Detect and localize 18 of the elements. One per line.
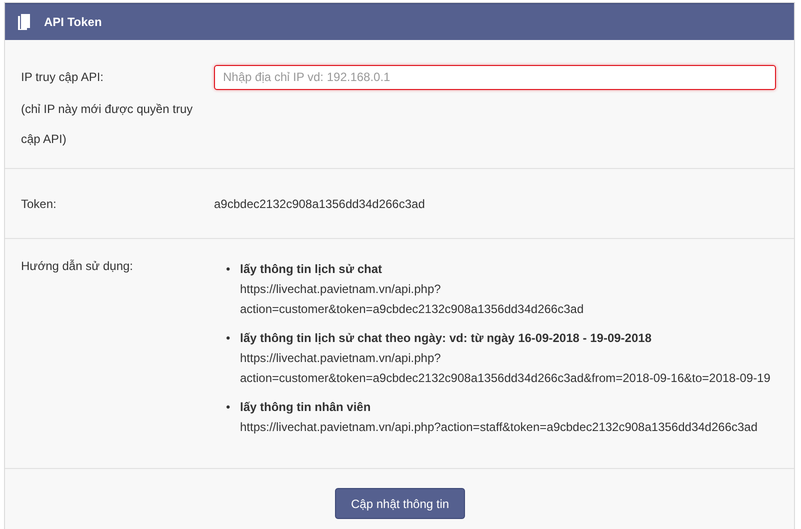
token-value: a9cbdec2132c908a1356dd34d266c3ad xyxy=(214,196,425,210)
api-url: https://livechat.pavietnam.vn/api.php?action=staff&token=a9cbdec2132c908a1356dd34d266c3ad xyxy=(240,419,759,436)
panel-title: API Token xyxy=(44,15,102,29)
bullet: • xyxy=(226,399,230,416)
field-label: IP truy cập API: xyxy=(21,69,104,86)
api-url: https://livechat.pavietnam.vn/api.php?action=customer&token=a9cbdec2132c908a1356dd34d266c3ad xyxy=(240,281,585,318)
guide-title: lấy thông tin lịch sử chat theo ngày: vd: từ ngày 16-09-2018 - 19-09-2018 xyxy=(240,330,652,347)
book-icon xyxy=(18,14,30,30)
field-note: (chỉ IP này mới được quyền truy cập API) xyxy=(21,101,194,148)
update-button[interactable]: Cập nhật thông tin xyxy=(335,488,466,519)
guide-title: lấy thông tin lịch sử chat xyxy=(240,261,384,278)
api-url: https://livechat.pavietnam.vn/api.php?action=customer&token=a9cbdec2132c908a1356dd34d266c3ad&from=2018-09-16&to=2018-09-19 xyxy=(240,350,772,387)
field-label: Token: xyxy=(21,196,56,210)
guide-title: lấy thông tin nhân viên xyxy=(240,399,372,416)
bullet: • xyxy=(226,261,230,278)
ip-input-field[interactable]: Nhập địa chỉ IP vd: 192.168.0.1 xyxy=(214,64,776,90)
field-label: Hướng dẫn sử dụng: xyxy=(21,259,134,273)
bullet: • xyxy=(226,330,230,347)
